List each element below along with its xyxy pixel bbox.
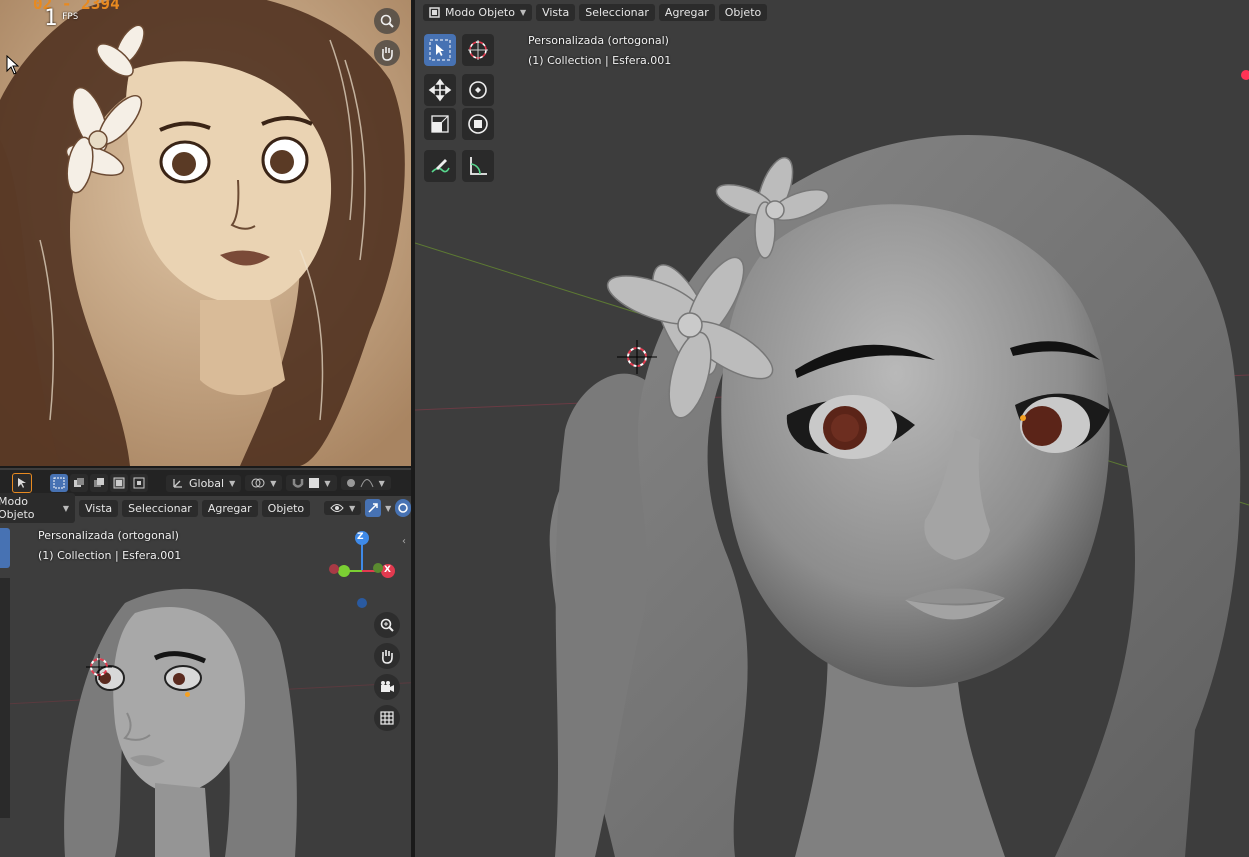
- area-separator-horizontal[interactable]: [0, 466, 411, 468]
- neg-z-axis-icon[interactable]: [357, 598, 367, 608]
- chevron-down-icon: ▼: [378, 478, 385, 488]
- hand-pan-icon[interactable]: [374, 40, 400, 66]
- menu-seleccionar[interactable]: Seleccionar: [122, 499, 198, 517]
- object-origin-dot: [185, 692, 190, 697]
- collection-label: (1) Collection | Esfera.001: [528, 54, 672, 67]
- move-icon: [428, 78, 452, 102]
- small-model-render[interactable]: [55, 583, 325, 857]
- x-axis-label: X: [384, 565, 391, 575]
- chevron-down-icon: ▼: [62, 503, 70, 513]
- rotate-tool[interactable]: [462, 74, 494, 106]
- interaction-mode-label: Modo Objeto: [0, 495, 35, 521]
- rotate-icon: [469, 81, 487, 99]
- mode-intersect-icon[interactable]: [130, 474, 148, 492]
- menu-seleccionar[interactable]: Seleccionar: [579, 3, 655, 21]
- snap-dropdown[interactable]: ▼: [286, 475, 337, 491]
- collection-label: (1) Collection | Esfera.001: [38, 549, 182, 562]
- object-origin-dot: [1020, 415, 1026, 421]
- menu-agregar[interactable]: Agregar: [658, 3, 715, 21]
- interaction-mode-dropdown[interactable]: Modo Objeto ▼: [0, 493, 76, 523]
- hand-pan-icon[interactable]: [374, 643, 400, 669]
- interaction-mode-dropdown[interactable]: Modo Objeto ▼: [423, 3, 533, 21]
- magnet-icon: [293, 479, 304, 488]
- pivot-dropdown[interactable]: ▼: [245, 475, 283, 491]
- eye-icon: [330, 504, 344, 512]
- y-axis-icon[interactable]: [338, 565, 350, 577]
- 3d-cursor-icon: [86, 654, 112, 680]
- mode-invert-icon[interactable]: [110, 474, 128, 492]
- 3d-cursor-icon: [617, 340, 657, 374]
- main-3d-viewport[interactable]: Modo Objeto ▼ Vista Seleccionar Agregar …: [415, 0, 1249, 857]
- chevron-down-icon: ▼: [385, 503, 392, 513]
- gizmo-toggle-icon[interactable]: [365, 499, 382, 517]
- neg-x-axis-icon[interactable]: [329, 564, 339, 574]
- scale-icon: [431, 115, 449, 133]
- neg-y-axis-icon[interactable]: [373, 563, 383, 573]
- ortho-grid-icon[interactable]: [374, 705, 400, 731]
- view-name-label: Personalizada (ortogonal): [528, 34, 669, 47]
- select-box-tool[interactable]: [424, 34, 456, 66]
- annotate-tool[interactable]: [424, 150, 456, 182]
- transform-tool[interactable]: [462, 108, 494, 140]
- snap-target-icon: [309, 478, 320, 488]
- select-tool-icon[interactable]: [12, 473, 32, 493]
- orientation-icon: [173, 479, 182, 488]
- object-mode-icon: [429, 6, 440, 18]
- small-viewport-header: Modo Objeto ▼ Vista Seleccionar Agregar …: [0, 493, 411, 523]
- menu-objeto[interactable]: Objeto: [718, 3, 768, 21]
- measure-tool[interactable]: [462, 150, 494, 182]
- cursor-icon: [468, 40, 488, 60]
- view-name-label: Personalizada (ortogonal): [38, 529, 179, 542]
- menu-vista[interactable]: Vista: [536, 3, 576, 21]
- z-axis-label: Z: [357, 532, 364, 542]
- menu-vista[interactable]: Vista: [79, 499, 119, 517]
- mode-new-icon[interactable]: [50, 474, 68, 492]
- sidebar-toggle-icon[interactable]: ‹: [402, 536, 406, 547]
- transform-icon: [468, 114, 488, 134]
- chevron-down-icon: ▼: [324, 478, 331, 488]
- selection-mode-group[interactable]: [50, 474, 148, 492]
- chevron-down-icon: ▼: [229, 478, 236, 488]
- scale-tool[interactable]: [424, 108, 456, 140]
- pivot-icon: [251, 478, 265, 488]
- move-tool[interactable]: [424, 74, 456, 106]
- mouse-cursor-icon: [6, 54, 20, 78]
- annotate-icon: [431, 159, 450, 173]
- select-box-icon: [429, 39, 451, 61]
- zoom-icon[interactable]: [374, 612, 400, 638]
- x-axis-gizmo-icon[interactable]: [1241, 70, 1249, 80]
- overlay-toggle-icon[interactable]: [395, 499, 411, 517]
- chevron-down-icon: ▼: [349, 503, 356, 513]
- cursor-tool[interactable]: [462, 34, 494, 66]
- orientation-dropdown[interactable]: Global ▼: [166, 474, 242, 492]
- menu-objeto[interactable]: Objeto: [261, 499, 311, 517]
- fps-value: 1: [44, 6, 58, 31]
- camera-icon[interactable]: [374, 674, 400, 700]
- mode-extend-icon[interactable]: [70, 474, 88, 492]
- mode-subtract-icon[interactable]: [90, 474, 108, 492]
- main-model-render[interactable]: [535, 130, 1249, 857]
- orientation-label: Global: [189, 476, 225, 490]
- toolbar-strip: [0, 578, 10, 818]
- falloff-icon: [360, 479, 374, 488]
- reference-image-editor: 02 - 2394 1 FPS: [0, 0, 411, 466]
- toolbar-edge-tab[interactable]: [0, 528, 10, 568]
- main-viewport-header: Modo Objeto ▼ Vista Seleccionar Agregar …: [415, 0, 1249, 24]
- chevron-down-icon: ▼: [519, 7, 527, 17]
- visibility-dropdown[interactable]: ▼: [324, 501, 362, 515]
- menu-agregar[interactable]: Agregar: [201, 499, 258, 517]
- proportional-edit-icon: [346, 479, 355, 487]
- proportional-edit-dropdown[interactable]: ▼: [340, 476, 391, 490]
- measure-icon: [470, 157, 487, 175]
- zoom-icon[interactable]: [374, 8, 400, 34]
- small-3d-viewport[interactable]: Global ▼ ▼ ▼ ▼ Modo Objeto ▼ Vista Selec…: [0, 468, 411, 857]
- reference-sketch-image: [0, 0, 411, 466]
- fps-label: FPS: [62, 12, 79, 22]
- chevron-down-icon: ▼: [270, 478, 277, 488]
- interaction-mode-label: Modo Objeto: [445, 5, 515, 19]
